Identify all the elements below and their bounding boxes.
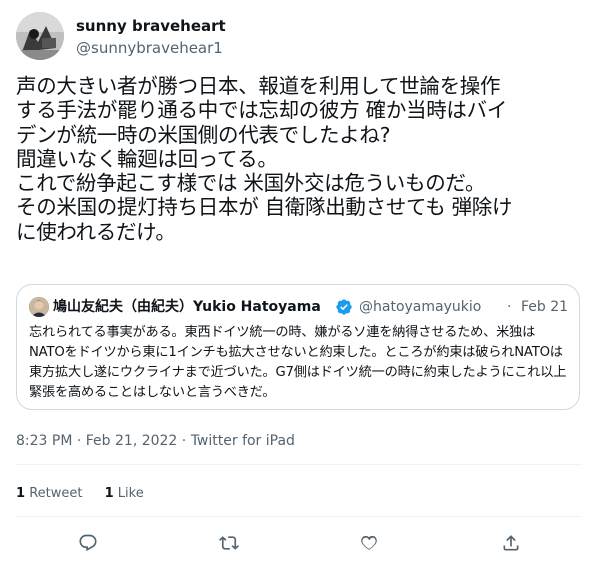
retweet-button[interactable] [216, 530, 242, 556]
retweets-stat[interactable]: 1 Retweet [16, 486, 82, 502]
quoted-author-handle: @hatoyamayukio [359, 299, 482, 315]
retweets-count: 1 [16, 486, 26, 501]
retweet-icon [219, 536, 239, 550]
likes-label: Like [117, 486, 144, 501]
quoted-tweet[interactable]: 鳩山友紀夫（由紀夫）Yukio Hatoyama @hatoyamayukio … [16, 284, 580, 410]
quoted-tweet-header: 鳩山友紀夫（由紀夫）Yukio Hatoyama @hatoyamayukio … [29, 297, 569, 317]
verified-badge-icon [335, 298, 353, 316]
quoted-date[interactable]: Feb 21 [521, 298, 568, 316]
divider [16, 464, 582, 465]
author-avatar[interactable] [16, 12, 64, 60]
quoted-author-name: 鳩山友紀夫（由紀夫）Yukio Hatoyama [53, 299, 321, 315]
quoted-author-avatar [29, 297, 49, 317]
share-button[interactable] [498, 530, 524, 556]
author-handle[interactable]: @sunnybravehear1 [76, 38, 226, 58]
like-button[interactable] [356, 530, 382, 556]
tweet-header: sunny braveheart @sunnybravehear1 [16, 12, 582, 60]
tweet-body: 声の大きい者が勝つ日本、報道を利用して世論を操作 する手法が罷り通る中では忘却の… [16, 74, 513, 244]
action-bar [0, 530, 598, 556]
reply-button[interactable] [75, 530, 101, 556]
like-icon [361, 535, 377, 550]
likes-count: 1 [104, 486, 114, 501]
reply-icon [79, 534, 97, 552]
likes-stat[interactable]: 1 Like [105, 486, 144, 502]
tweet-stats: 1 Retweet 1 Like [16, 486, 162, 502]
author-display-name[interactable]: sunny braveheart [76, 17, 226, 35]
separator-dot: · [507, 299, 512, 315]
tweet-timestamp[interactable]: 8:23 PM · Feb 21, 2022 · Twitter for iPa… [16, 432, 295, 450]
quoted-tweet-body: 忘れられてる事実がある。東西ドイツ統一の時、嫌がるソ連を納得させるため、米独はN… [29, 325, 567, 400]
retweets-label: Retweet [29, 486, 83, 501]
share-icon [503, 535, 519, 551]
divider [16, 516, 582, 517]
